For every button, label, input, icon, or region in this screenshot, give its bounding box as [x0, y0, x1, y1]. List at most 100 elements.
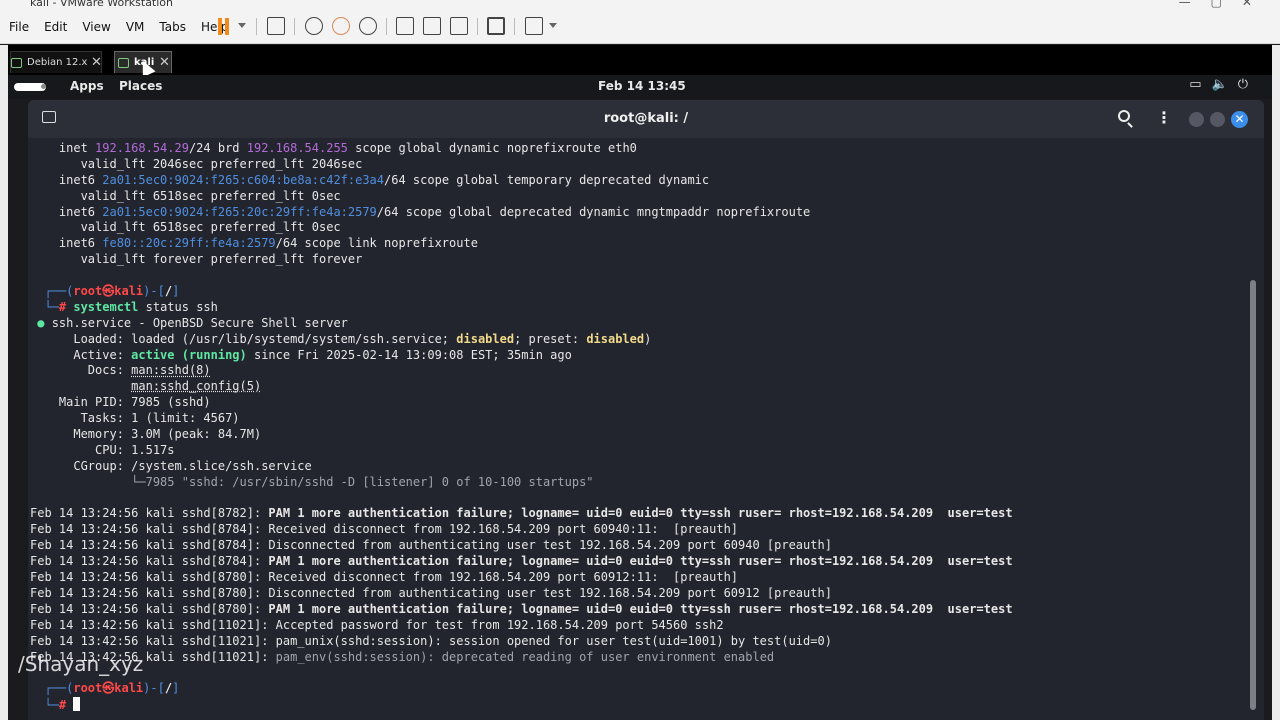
terminal-text: ]: [172, 284, 180, 299]
close-button[interactable]: ✕: [1231, 111, 1248, 128]
search-icon[interactable]: [1118, 110, 1130, 122]
terminal-line: Tasks: 1 (limit: 4567): [30, 411, 1264, 427]
terminal-line: ┌──(root㉿kali)-[/]: [30, 284, 1264, 300]
terminal-line: Feb 14 13:24:56 kali sshd[8782]: PAM 1 m…: [30, 506, 1264, 522]
terminal-scrollbar[interactable]: [1250, 280, 1256, 710]
watermark-text: /Shayan_xyz: [18, 652, 144, 676]
terminal-line: valid_lft 2046sec preferred_lft 2046sec: [30, 157, 1264, 173]
toolbar-separator: [477, 18, 478, 35]
terminal-text: Feb 14 13:24:56 kali sshd[8780]: Disconn…: [30, 585, 832, 600]
thumbnail-bar-icon[interactable]: [423, 17, 441, 35]
pause-icon[interactable]: [217, 18, 231, 35]
library-icon[interactable]: [396, 17, 414, 35]
terminal-line: Feb 14 13:42:56 kali sshd[11021]: Accept…: [30, 618, 1264, 634]
menu-tabs[interactable]: Tabs: [159, 20, 186, 34]
close-icon[interactable]: ✕: [91, 55, 102, 70]
terminal-line: Feb 14 13:24:56 kali sshd[8780]: Disconn…: [30, 586, 1264, 602]
terminal-text: disabled: [456, 331, 515, 346]
full-screen-icon[interactable]: [450, 17, 468, 35]
terminal-text: ; preset:: [514, 331, 587, 346]
vm-icon: [11, 57, 22, 68]
window-controls[interactable]: —▢✕: [1179, 0, 1272, 9]
terminal-text: root㉿kali: [73, 284, 144, 299]
terminal-text: Memory: 3.0M (peak: 84.7M): [30, 427, 262, 442]
terminal-line: inet6 2a01:5ec0:9024:f265:20c:29ff:fe4a:…: [30, 205, 1264, 221]
kebab-menu-icon[interactable]: ⋮: [1156, 108, 1172, 127]
vmware-title-bar: kali - VMware Workstation —▢✕: [0, 0, 1280, 10]
toolbar-separator: [514, 18, 515, 35]
terminal-line: Main PID: 7985 (sshd): [30, 395, 1264, 411]
terminal-line: valid_lft 6518sec preferred_lft 0sec: [30, 220, 1264, 236]
terminal-text: valid_lft forever preferred_lft forever: [30, 252, 363, 267]
terminal-text: Active:: [30, 347, 132, 362]
text-cursor: [73, 697, 81, 712]
console-view-icon[interactable]: [487, 17, 505, 35]
menu-vm[interactable]: VM: [126, 20, 145, 34]
terminal-text: valid_lft 2046sec preferred_lft 2046sec: [30, 156, 363, 171]
terminal-text: inet6: [30, 172, 103, 187]
snapshot-icon[interactable]: [305, 17, 323, 35]
vm-icon: [118, 57, 129, 68]
apps-menu[interactable]: Apps: [70, 79, 104, 93]
terminal-text: Feb 14 13:24:56 kali sshd[8780]: Receive…: [30, 570, 739, 585]
terminal-text: inet6: [30, 204, 103, 219]
toolbar-separator: [294, 18, 295, 35]
terminal-text: PAM 1 more authentication failure; logna…: [268, 506, 1013, 521]
menu-edit[interactable]: Edit: [44, 20, 67, 34]
stretch-guest-icon[interactable]: [525, 17, 543, 35]
terminal-text: └─7985 "sshd: /usr/sbin/sshd -D [listene…: [30, 474, 594, 489]
terminal-text: Feb 14 13:24:56 kali sshd[8784]: Disconn…: [30, 538, 832, 553]
terminal-text: inet: [30, 141, 96, 155]
terminal-text: 2a01:5ec0:9024:f265:c604:be8a:c42f:e3a4: [102, 172, 385, 187]
vm-tab-strip: [0, 45, 1280, 75]
terminal-text: status ssh: [138, 299, 218, 314]
terminal-line: Feb 14 13:24:56 kali sshd[8784]: Disconn…: [30, 538, 1264, 554]
terminal-text: active (running): [131, 347, 247, 362]
stretch-dropdown-icon[interactable]: [549, 23, 557, 28]
terminal-text: scope global dynamic noprefixroute eth0: [347, 141, 637, 155]
terminal-window: root@kali: / ⋮ ✕ inet 192.168.54.29/24 b…: [28, 100, 1264, 720]
pause-dropdown-icon[interactable]: [238, 23, 246, 28]
system-tray[interactable]: ▭🔈⏻: [1189, 77, 1258, 92]
terminal-line: CPU: 1.517s: [30, 443, 1264, 459]
snapshot-manager-icon[interactable]: [359, 17, 377, 35]
terminal-text: └─: [30, 698, 59, 713]
terminal-line: Feb 14 13:24:56 kali sshd[8784]: PAM 1 m…: [30, 554, 1264, 570]
terminal-text: )-[: [143, 681, 165, 696]
terminal-text: #: [58, 698, 74, 713]
terminal-text: Feb 14 13:42:56 kali sshd[11021]: pam_un…: [30, 633, 832, 648]
send-ctrl-alt-del-icon[interactable]: [267, 17, 285, 35]
terminal-line: inet6 fe80::20c:29ff:fe4a:2579/64 scope …: [30, 236, 1264, 252]
menu-file[interactable]: File: [9, 20, 29, 34]
terminal-text: 192.168.54.255: [246, 141, 348, 155]
terminal-text: Feb 14 13:24:56 kali sshd[8782]:: [30, 506, 269, 521]
terminal-line: inet6 2a01:5ec0:9024:f265:c604:be8a:c42f…: [30, 173, 1264, 189]
maximize-button[interactable]: [1210, 112, 1225, 127]
terminal-text: CPU: 1.517s: [30, 442, 175, 457]
terminal-line: valid_lft forever preferred_lft forever: [30, 252, 1264, 268]
minimize-button[interactable]: [1189, 112, 1204, 127]
terminal-text: disabled: [586, 331, 645, 346]
terminal-text: fe80::20c:29ff:fe4a:2579: [102, 236, 276, 251]
terminal-line: Active: active (running) since Fri 2025-…: [30, 348, 1264, 364]
terminal-text: #: [58, 299, 74, 314]
workspace-dot-icon: [41, 84, 46, 89]
terminal-line: Feb 14 13:24:56 kali sshd[8780]: PAM 1 m…: [30, 602, 1264, 618]
terminal-text: Feb 14 13:42:56 kali sshd[11021]: Accept…: [30, 617, 724, 632]
panel-clock[interactable]: Feb 14 13:45: [598, 79, 686, 93]
terminal-text: /24 brd: [188, 141, 247, 155]
places-menu[interactable]: Places: [119, 79, 162, 93]
terminal-line: └─#: [30, 697, 1264, 713]
terminal-line: Feb 14 13:24:56 kali sshd[8780]: Receive…: [30, 570, 1264, 586]
terminal-text: └─: [30, 299, 59, 314]
tab-debian[interactable]: Debian 12.x ✕: [10, 51, 102, 73]
terminal-text: Feb 14 13:24:56 kali sshd[8780]:: [30, 601, 269, 616]
close-icon[interactable]: ✕: [159, 55, 170, 70]
terminal-text: Loaded: loaded (/usr/lib/systemd/system/…: [30, 331, 457, 346]
menu-view[interactable]: View: [82, 20, 110, 34]
terminal-line: ● ssh.service - OpenBSD Secure Shell ser…: [30, 316, 1264, 332]
terminal-output[interactable]: inet 192.168.54.29/24 brd 192.168.54.255…: [28, 138, 1264, 720]
revert-snapshot-icon[interactable]: [332, 17, 350, 35]
